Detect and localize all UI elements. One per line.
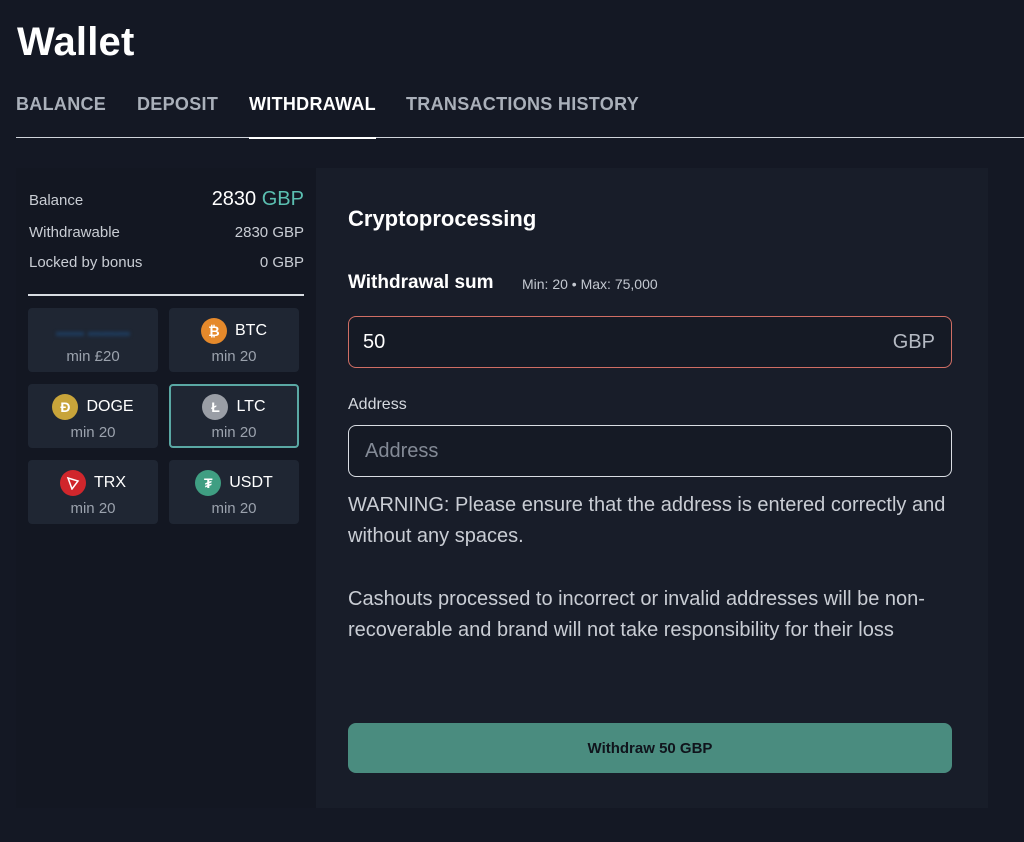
withdrawal-sum-input[interactable] xyxy=(363,317,813,367)
withdrawable-row: Withdrawable 2830 GBP xyxy=(29,224,304,241)
address-field[interactable] xyxy=(348,425,952,477)
balance-label: Balance xyxy=(29,192,84,209)
locked-bonus-value: 0 GBP xyxy=(259,254,304,271)
bitcoin-icon: ₿ xyxy=(201,318,227,344)
method-min: min £20 xyxy=(66,348,120,365)
method-card-trx[interactable]: TRX min 20 xyxy=(28,460,158,524)
address-input[interactable] xyxy=(365,426,935,476)
method-card-ltc[interactable]: Ł LTC min 20 xyxy=(169,384,299,448)
method-card-doge[interactable]: Ð DOGE min 20 xyxy=(28,384,158,448)
page-title: Wallet xyxy=(17,20,135,64)
method-min: min 20 xyxy=(70,500,116,517)
litecoin-icon: Ł xyxy=(202,394,229,420)
tab-balance[interactable]: BALANCE xyxy=(16,92,106,138)
locked-bonus-row: Locked by bonus 0 GBP xyxy=(29,254,304,271)
method-min: min 20 xyxy=(70,424,116,441)
balance-row: Balance 2830 GBP xyxy=(29,188,304,211)
withdraw-button[interactable]: Withdraw 50 GBP xyxy=(348,723,952,773)
tab-withdrawal[interactable]: WITHDRAWAL xyxy=(249,92,376,139)
method-card-usdt[interactable]: ₮ USDT min 20 xyxy=(169,460,299,524)
method-min: min 20 xyxy=(211,424,257,441)
withdrawal-sum-field[interactable]: GBP xyxy=(348,316,952,368)
method-card-btc[interactable]: ₿ BTC min 20 xyxy=(169,308,299,372)
method-name: USDT xyxy=(229,474,273,491)
tab-transactions-history[interactable]: TRANSACTIONS HISTORY xyxy=(406,92,639,138)
tether-icon: ₮ xyxy=(195,470,222,496)
withdrawal-sum-hint: Min: 20 • Max: 75,000 xyxy=(522,276,658,292)
dogecoin-icon: Ð xyxy=(52,394,79,420)
sum-currency: GBP xyxy=(892,331,935,353)
wallet-tabs: BALANCE DEPOSIT WITHDRAWAL TRANSACTIONS … xyxy=(16,92,1024,139)
tab-deposit[interactable]: DEPOSIT xyxy=(137,92,218,138)
method-min: min 20 xyxy=(211,500,257,517)
tron-icon xyxy=(60,470,86,496)
balance-value: 2830 GBP xyxy=(211,188,304,210)
withdrawable-value: 2830 GBP xyxy=(234,224,304,241)
withdrawable-label: Withdrawable xyxy=(29,224,120,241)
balance-sidebar: Balance 2830 GBP Withdrawable 2830 GBP L… xyxy=(16,168,316,808)
address-label: Address xyxy=(348,396,407,413)
blurred-brand-logo-icon: ▬▬ ▬▬▬ xyxy=(56,323,130,339)
divider xyxy=(28,294,304,296)
withdrawal-sum-label: Withdrawal sum xyxy=(348,272,494,293)
method-name: DOGE xyxy=(86,398,134,415)
locked-bonus-label: Locked by bonus xyxy=(29,254,143,271)
form-title: Cryptoprocessing xyxy=(348,206,537,231)
responsibility-notice: Cashouts processed to incorrect or inval… xyxy=(348,588,925,641)
address-warning: WARNING: Please ensure that the address … xyxy=(348,494,946,547)
balance-currency: GBP xyxy=(261,188,304,210)
method-min: min 20 xyxy=(211,348,257,365)
method-name: TRX xyxy=(94,474,126,491)
method-name: BTC xyxy=(235,322,267,339)
method-card-brand[interactable]: ▬▬ ▬▬▬ min £20 xyxy=(28,308,158,372)
method-name: LTC xyxy=(236,398,266,415)
